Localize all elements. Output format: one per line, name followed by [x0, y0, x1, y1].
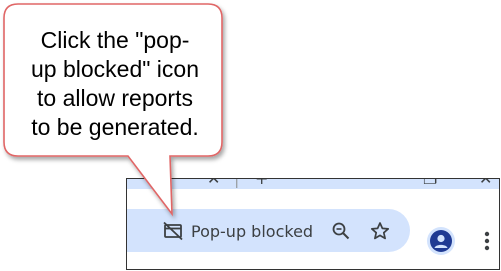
callout-text: Click the "pop- up blocked" icon to allo…: [12, 26, 218, 142]
callout-line: up blocked" icon: [31, 56, 199, 82]
callout-line: to be generated.: [31, 114, 199, 140]
callout-line: Click the "pop-: [40, 27, 190, 53]
callout-line: to allow reports: [37, 85, 193, 111]
